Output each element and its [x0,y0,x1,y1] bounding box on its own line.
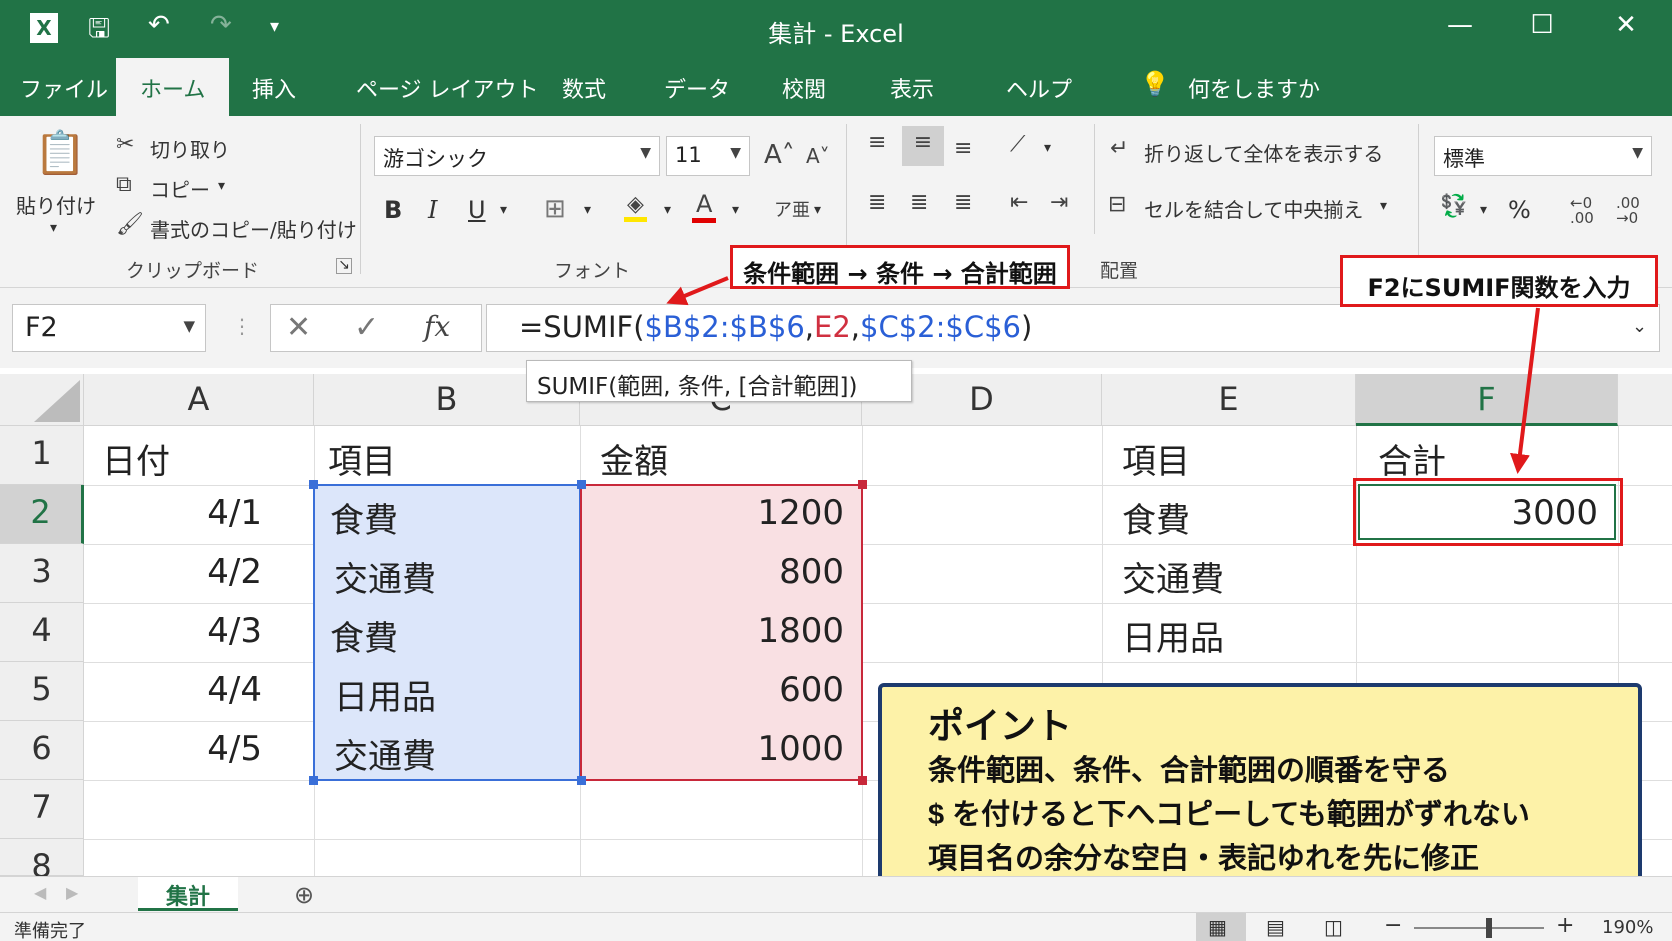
point-item-1: 条件範囲、条件、合計範囲の順番を守る [928,755,1451,787]
normal-view-icon[interactable]: ▦ [1208,915,1227,939]
zoom-out-icon[interactable]: − [1384,913,1402,938]
point-title: ポイント [928,705,1073,746]
add-sheet-icon[interactable]: ⊕ [294,881,314,909]
zoom-in-icon[interactable]: + [1556,913,1574,938]
scroll-left-icon[interactable]: ◀ [34,883,46,902]
arrow-to-formula [666,276,729,306]
zoom-slider-thumb[interactable] [1486,918,1492,938]
arrow-to-f2 [1510,307,1540,474]
page-layout-view-icon[interactable]: ▤ [1266,915,1285,939]
zoom-slider-track[interactable] [1414,927,1544,929]
point-item-3: 項目名の余分な空白・表記ゆれを先に修正 [928,843,1480,875]
status-ready: 準備完了 [14,921,86,941]
status-bar: 準備完了 ▦ ▤ ◫ − + 190% [0,912,1672,941]
point-callout: ポイント 条件範囲、条件、合計範囲の順番を守る $ を付けると下へコピーしても範… [878,683,1642,883]
sheet-tab-bar: ◀ ▶ 集計 ⊕ [0,876,1672,912]
zoom-level[interactable]: 190% [1602,917,1653,938]
page-break-view-icon[interactable]: ◫ [1324,915,1343,939]
sheet-tab-shukei[interactable]: 集計 [138,877,238,911]
scroll-right-icon[interactable]: ▶ [66,883,78,902]
point-item-2: $ を付けると下へコピーしても範囲がずれない [928,799,1530,831]
